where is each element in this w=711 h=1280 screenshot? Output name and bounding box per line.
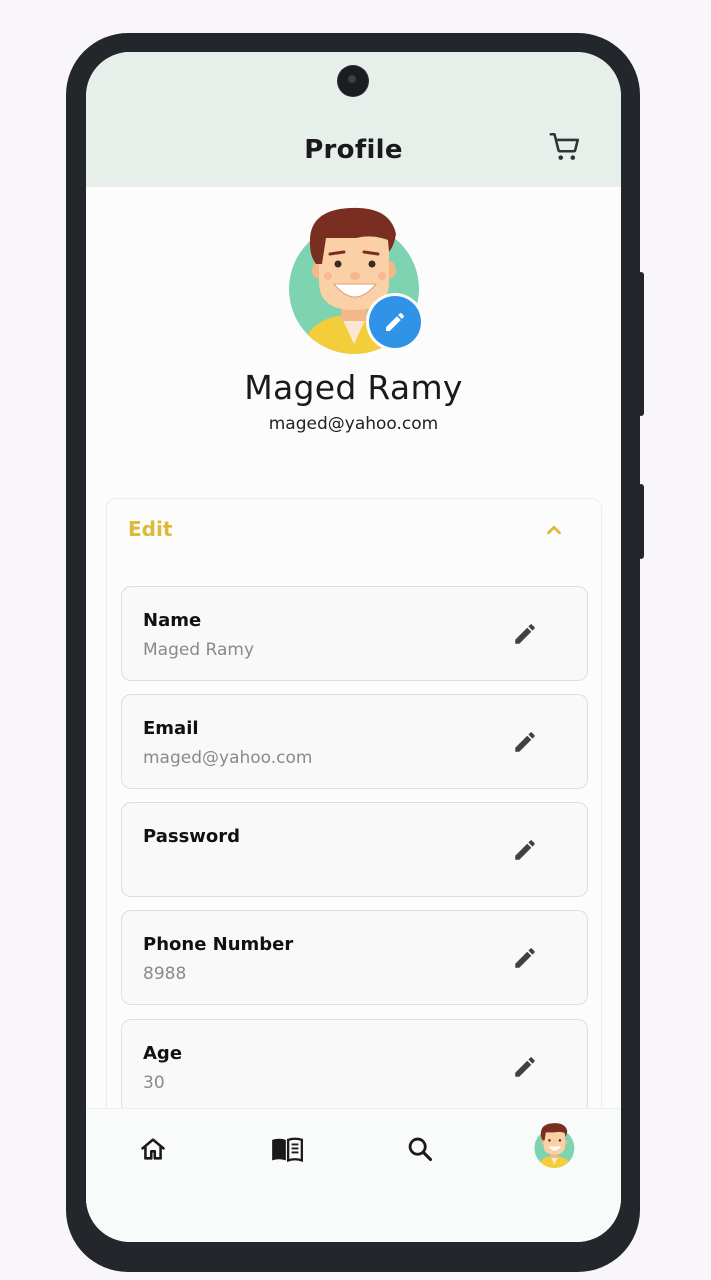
field-value: 8988 [143,964,187,984]
shopping-cart-icon [549,132,580,160]
pencil-icon[interactable] [512,837,538,863]
pencil-icon[interactable] [512,621,538,647]
field-label: Password [143,826,241,847]
volume-button [638,272,644,416]
edit-section: Edit Name Maged Ramy Email maged@yahoo.c… [106,498,602,1160]
field-label: Email [143,718,199,739]
edit-section-title[interactable]: Edit [128,517,172,541]
pencil-icon[interactable] [512,1054,538,1080]
field-label: Name [143,610,202,631]
nav-profile[interactable] [532,1121,578,1169]
search-icon [408,1137,433,1162]
profile-email: maged@yahoo.com [268,414,439,434]
field-email[interactable]: Email maged@yahoo.com [121,694,588,789]
field-age[interactable]: Age 30 [121,1019,588,1114]
page-title: Profile [304,135,403,165]
pencil-icon [386,312,405,331]
field-label: Age [143,1043,183,1064]
book-icon [272,1137,303,1163]
nav-library[interactable] [265,1127,309,1171]
avatar [534,1123,575,1168]
power-button [638,484,644,559]
pencil-icon[interactable] [512,945,538,971]
pencil-icon[interactable] [512,729,538,755]
field-value: maged@yahoo.com [143,748,313,768]
front-camera [338,66,368,96]
cart-button[interactable] [548,130,588,170]
nav-search[interactable] [398,1127,442,1171]
home-icon [141,1138,165,1160]
field-value: 30 [143,1073,165,1093]
screen: Profile Maged Ramy maged@yahoo.com Edit … [86,52,621,1242]
field-phone-number[interactable]: Phone Number 8988 [121,910,588,1005]
field-value: Maged Ramy [143,640,255,660]
nav-home[interactable] [131,1127,175,1171]
bottom-nav [86,1108,621,1242]
edit-avatar-button[interactable] [369,296,421,348]
field-name[interactable]: Name Maged Ramy [121,586,588,681]
field-label: Phone Number [143,934,294,955]
chevron-up-icon[interactable] [543,519,565,541]
profile-name: Maged Ramy [244,368,463,407]
field-password[interactable]: Password [121,802,588,897]
